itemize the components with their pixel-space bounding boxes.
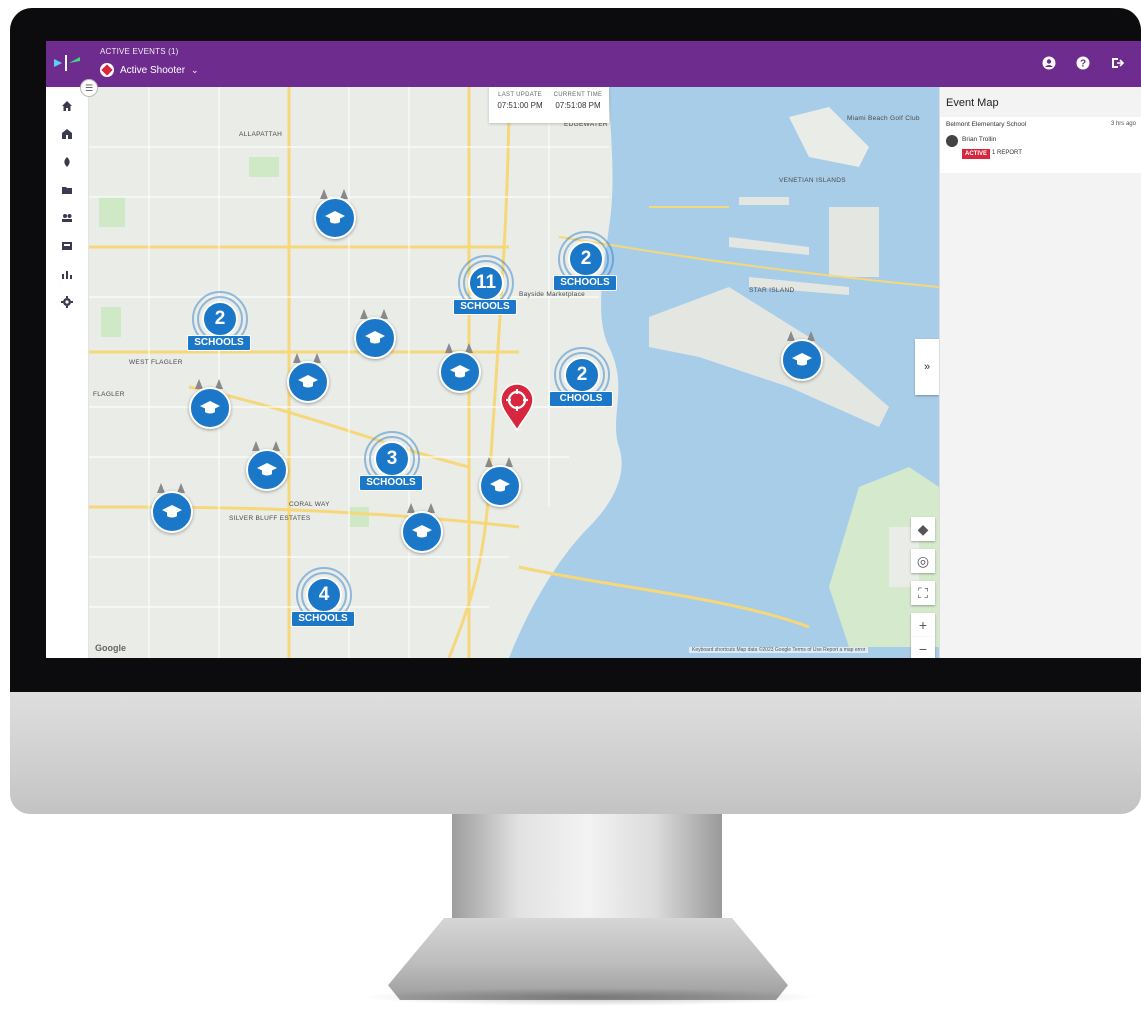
graduation-cap-icon <box>401 511 443 553</box>
cluster-count: 4 <box>306 577 342 613</box>
graduation-cap-icon <box>246 449 288 491</box>
school-marker[interactable] <box>437 343 481 393</box>
map-label: SILVER BLUFF ESTATES <box>229 515 311 522</box>
cluster-count: 11 <box>468 265 504 301</box>
cluster-label: SCHOOLS <box>553 275 617 291</box>
graduation-cap-icon <box>354 317 396 359</box>
map-label: Miami Beach Golf Club <box>847 115 920 122</box>
help-icon[interactable]: ? <box>1075 55 1091 71</box>
active-events-label: ACTIVE EVENTS (1) <box>100 47 179 56</box>
last-update-value: 07:51:00 PM <box>497 101 543 110</box>
map-label: STAR ISLAND <box>749 287 795 294</box>
google-logo: Google <box>95 643 126 653</box>
map-label: FLAGLER <box>93 391 125 398</box>
graduation-cap-icon <box>781 339 823 381</box>
update-time-box: LAST UPDATE 07:51:00 PM CURRENT TIME 07:… <box>489 87 609 123</box>
cluster-label: SCHOOLS <box>359 475 423 491</box>
elapsed-time: 3 hrs ago <box>1110 121 1136 127</box>
stand-shadow <box>360 988 820 1006</box>
cluster-count: 2 <box>564 357 600 393</box>
graduation-cap-icon <box>479 465 521 507</box>
school-cluster-marker[interactable]: 11 SCHOOLS <box>449 251 519 331</box>
chevron-down-icon[interactable]: ⌄ <box>191 65 199 76</box>
users-icon[interactable] <box>58 209 76 227</box>
app-screen: ACTIVE EVENTS (1) Active Shooter ⌄ ? ☰ A… <box>46 41 1141 658</box>
status-badge: ACTIVE <box>962 149 991 159</box>
event-list-item[interactable]: Belmont Elementary School 3 hrs ago Bria… <box>940 117 1141 173</box>
event-panel: Event Map Belmont Elementary School 3 hr… <box>939 87 1141 658</box>
current-time-label: CURRENT TIME <box>553 92 603 98</box>
graduation-cap-icon <box>189 387 231 429</box>
school-name: Belmont Elementary School <box>946 121 1027 128</box>
school-icon[interactable] <box>58 125 76 143</box>
school-cluster-marker[interactable]: 4 SCHOOLS <box>287 563 357 643</box>
inbox-icon[interactable] <box>58 237 76 255</box>
logout-icon[interactable] <box>1109 55 1125 71</box>
monitor-chin <box>10 692 1141 814</box>
my-location-icon[interactable]: ◎ <box>911 549 935 573</box>
cluster-label: SCHOOLS <box>187 335 251 351</box>
school-marker[interactable] <box>285 353 329 403</box>
last-update-label: LAST UPDATE <box>498 92 542 98</box>
zoom-out-button[interactable]: − <box>911 637 935 658</box>
svg-text:?: ? <box>1080 59 1086 70</box>
alert-icon[interactable] <box>58 153 76 171</box>
cluster-label: SCHOOLS <box>453 299 517 315</box>
home-icon[interactable] <box>58 97 76 115</box>
top-bar: ACTIVE EVENTS (1) Active Shooter ⌄ ? <box>46 41 1141 87</box>
school-marker[interactable] <box>244 441 288 491</box>
school-cluster-marker[interactable]: 2 SCHOOLS <box>549 227 619 307</box>
monitor-stand-neck <box>452 814 722 934</box>
zoom-in-button[interactable]: + <box>911 613 935 637</box>
map-label: CORAL WAY <box>289 501 330 508</box>
side-navigation <box>46 87 89 658</box>
folder-icon[interactable] <box>58 181 76 199</box>
menu-toggle-icon[interactable]: ☰ <box>80 79 98 97</box>
report-count: 1 REPORT <box>992 150 1022 156</box>
settings-icon[interactable] <box>58 293 76 311</box>
expand-panel-button[interactable]: » <box>915 339 939 395</box>
cluster-label: CHOOLS <box>549 391 613 407</box>
account-circle-icon[interactable] <box>1041 55 1057 71</box>
reporter-avatar-icon <box>946 135 958 147</box>
map-label: ALLAPATTAH <box>239 131 283 138</box>
school-marker[interactable] <box>779 331 823 381</box>
school-cluster-marker[interactable]: 2 CHOOLS <box>545 343 615 423</box>
cluster-label: SCHOOLS <box>291 611 355 627</box>
panel-title: Event Map <box>946 97 999 109</box>
school-marker[interactable] <box>352 309 396 359</box>
app-logo-icon[interactable] <box>52 51 82 75</box>
incident-marker-crosshair-icon[interactable] <box>499 383 535 431</box>
graduation-cap-icon <box>314 197 356 239</box>
reporter-name: Brian Trollin <box>962 136 997 143</box>
school-cluster-marker[interactable]: 2 SCHOOLS <box>183 287 253 367</box>
cluster-count: 2 <box>568 241 604 277</box>
current-time-value: 07:51:08 PM <box>555 101 601 110</box>
school-marker[interactable] <box>477 457 521 507</box>
school-marker[interactable] <box>399 503 443 553</box>
school-cluster-marker[interactable]: 3 SCHOOLS <box>355 427 425 507</box>
layers-icon[interactable]: ◆ <box>911 517 935 541</box>
map-label: WEST FLAGLER <box>129 359 183 366</box>
school-marker[interactable] <box>149 483 193 533</box>
event-map[interactable]: ALLAPATTAH EDGEWATER WEST FLAGLER FLAGLE… <box>89 87 939 658</box>
event-name: Active Shooter <box>120 64 186 76</box>
school-marker[interactable] <box>312 189 356 239</box>
active-shooter-icon <box>100 63 114 77</box>
map-label: VENETIAN ISLANDS <box>779 177 846 184</box>
map-attribution[interactable]: Keyboard shortcuts Map data ©2023 Google… <box>689 647 869 653</box>
graduation-cap-icon <box>287 361 329 403</box>
graduation-cap-icon <box>439 351 481 393</box>
graduation-cap-icon <box>151 491 193 533</box>
school-marker[interactable] <box>187 379 231 429</box>
cluster-count: 3 <box>374 441 410 477</box>
event-selector[interactable]: Active Shooter ⌄ <box>100 63 199 77</box>
fullscreen-icon[interactable]: ⛶ <box>911 581 935 605</box>
analytics-icon[interactable] <box>58 265 76 283</box>
cluster-count: 2 <box>202 301 238 337</box>
